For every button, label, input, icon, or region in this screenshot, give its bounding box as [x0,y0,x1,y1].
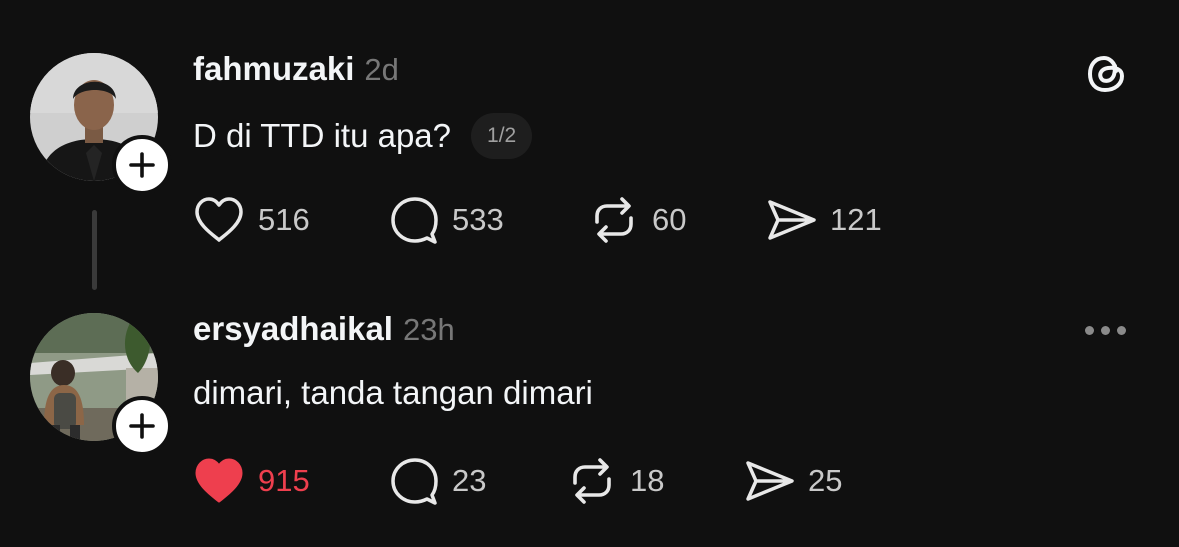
share-button[interactable]: 25 [744,453,904,509]
follow-button[interactable] [112,135,172,195]
post-text: dimari, tanda tangan dimari [193,374,593,411]
heart-icon [192,195,246,245]
like-button[interactable]: 915 [192,453,388,509]
post-body: dimari, tanda tangan dimari [193,374,593,412]
reply-icon [388,455,440,507]
post-body: D di TTD itu apa? 1/2 [193,113,533,159]
post-text: D di TTD itu apa? [193,117,452,154]
post-2: ersyadhaikal 23h dimari, tanda tangan di… [0,290,1179,547]
share-button[interactable]: 121 [766,192,926,248]
action-bar: 516 533 60 121 [192,192,926,248]
reply-count: 533 [452,202,504,237]
timestamp: 23h [402,312,455,347]
repost-button[interactable]: 60 [588,192,766,248]
thread-connector-line [92,210,97,290]
post-header: ersyadhaikal 23h [193,310,455,348]
reply-button[interactable]: 23 [388,453,566,509]
share-count: 25 [808,463,843,498]
heart-filled-icon [192,456,246,506]
reply-count: 23 [452,463,487,498]
repost-button[interactable]: 18 [566,453,744,509]
share-icon [744,455,796,507]
reply-button[interactable]: 533 [388,192,588,248]
post-header: fahmuzaki 2d [193,50,399,88]
share-count: 121 [830,202,882,237]
like-count: 915 [258,463,310,498]
like-button[interactable]: 516 [192,192,388,248]
post-1: fahmuzaki 2d D di TTD itu apa? 1/2 516 5… [0,0,1179,290]
more-dot [1085,326,1094,335]
username[interactable]: fahmuzaki [193,50,354,88]
thread-pager-badge: 1/2 [471,113,533,159]
more-dot [1117,326,1126,335]
more-dot [1101,326,1110,335]
more-options-button[interactable] [1085,326,1126,335]
action-bar: 915 23 18 25 [192,453,904,509]
username[interactable]: ersyadhaikal [193,310,393,348]
follow-button[interactable] [112,396,172,456]
reply-icon [388,194,440,246]
like-count: 516 [258,202,310,237]
plus-icon [129,152,155,178]
share-icon [766,194,818,246]
plus-icon [129,413,155,439]
repost-count: 18 [630,463,665,498]
repost-count: 60 [652,202,687,237]
repost-icon [588,194,640,246]
threads-logo-icon[interactable] [1082,50,1130,103]
repost-icon [566,455,618,507]
timestamp: 2d [364,52,399,87]
